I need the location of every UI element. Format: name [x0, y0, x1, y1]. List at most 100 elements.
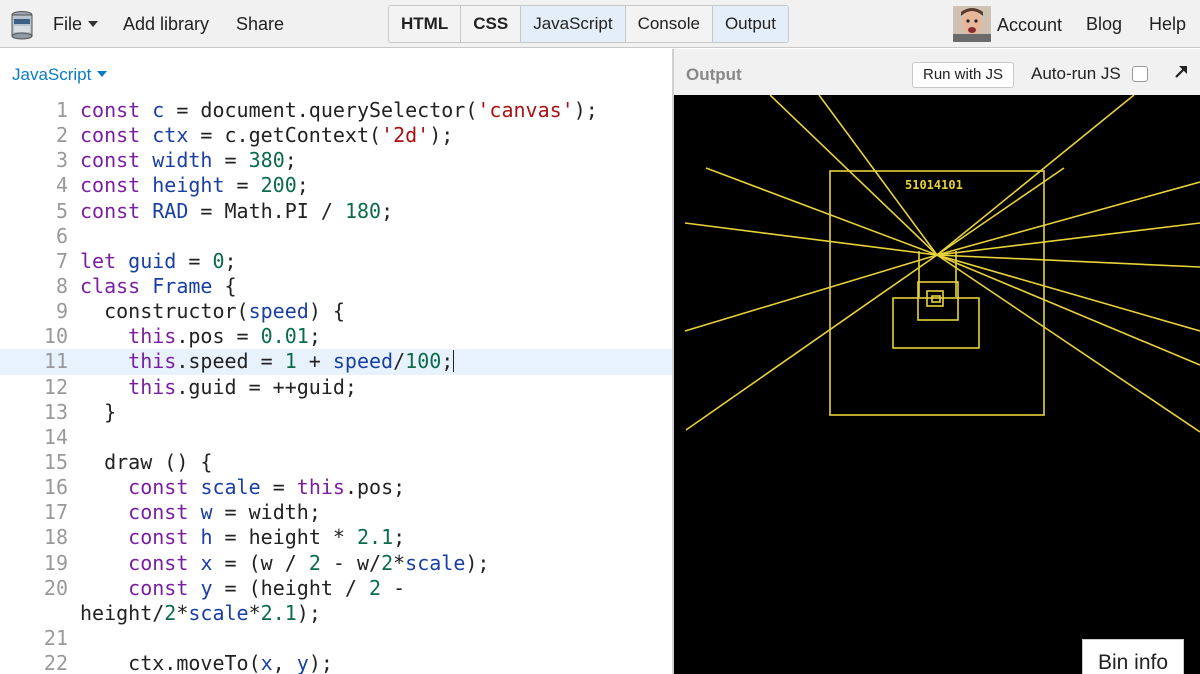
tunnel-ray — [705, 167, 938, 256]
score-readout: 51014101 — [905, 178, 963, 192]
panel-toggle-group: HTML CSS JavaScript Console Output — [388, 5, 789, 43]
line-text: } — [80, 399, 117, 424]
tab-output[interactable]: Output — [712, 6, 788, 42]
code-line[interactable]: 7 let guid = 0; — [0, 249, 672, 274]
code-line[interactable]: 21 — [0, 626, 672, 651]
line-text: const height = 200; — [80, 173, 309, 198]
line-text: const width = 380; — [80, 148, 297, 173]
output-title: Output — [686, 65, 742, 84]
code-line[interactable]: 10 this.pos = 0.01; — [0, 324, 672, 349]
code-line[interactable]: 6 — [0, 224, 672, 249]
code-line[interactable]: 12 this.guid = ++guid; — [0, 375, 672, 400]
code-line[interactable]: 19 const x = (w / 2 - w/2*scale); — [0, 551, 672, 576]
tunnel-ray — [685, 254, 938, 431]
chevron-down-icon — [88, 21, 99, 27]
tunnel-wireframe: 51014101 — [684, 95, 1200, 433]
line-number: 7 — [55, 248, 68, 273]
tunnel-frame — [931, 295, 941, 303]
tab-css[interactable]: CSS — [461, 6, 522, 42]
add-library-menu[interactable]: Add library — [123, 14, 209, 35]
blog-link[interactable]: Blog — [1086, 14, 1122, 35]
code-line[interactable]: 17 const w = width; — [0, 500, 672, 525]
share-menu[interactable]: Share — [236, 14, 284, 35]
help-link[interactable]: Help — [1149, 14, 1186, 35]
line-text: const y = (height / 2 - — [128, 575, 406, 600]
line-number: 12 — [43, 374, 68, 399]
line-text: this.guid = ++guid; — [128, 374, 357, 399]
line-number: 4 — [55, 173, 68, 198]
javascript-editor[interactable]: JavaScript 1 const c = document.querySele… — [0, 49, 672, 674]
line-text: const c = document.querySelector('canvas… — [80, 98, 598, 122]
line-text-continuation: height/2*scale*2.1); — [80, 600, 321, 625]
auto-run-checkbox[interactable] — [1132, 66, 1148, 82]
run-with-js-button[interactable]: Run with JS — [912, 62, 1015, 88]
bin-info-button[interactable]: Bin info — [1082, 639, 1184, 674]
line-text: const RAD = Math.PI / 180; — [80, 198, 394, 223]
line-number: 20 — [43, 575, 68, 600]
tunnel-ray — [769, 95, 938, 256]
open-in-new-window-icon[interactable] — [1172, 63, 1190, 81]
tunnel-ray — [936, 254, 1200, 268]
line-text: ctx.moveTo(x, y); — [80, 651, 333, 674]
language-label: JavaScript — [12, 65, 92, 84]
code-line[interactable]: 3 const width = 380; — [0, 148, 672, 173]
tunnel-ray — [936, 254, 1200, 433]
line-text: constructor(speed) { — [80, 299, 345, 324]
line-number: 14 — [43, 424, 68, 449]
tunnel-ray — [684, 222, 938, 256]
line-number: 9 — [55, 299, 68, 324]
tab-javascript[interactable]: JavaScript — [521, 6, 626, 42]
output-canvas[interactable]: 51014101 Bin info — [674, 95, 1200, 674]
output-header: Output Run with JS Auto-run JS — [674, 49, 1200, 95]
code-line[interactable]: 4 const height = 200; — [0, 173, 672, 198]
code-line[interactable]: 5 const RAD = Math.PI / 180; — [0, 199, 672, 224]
line-number: 19 — [43, 550, 68, 575]
line-number: 17 — [43, 500, 68, 525]
code-line[interactable]: 14 — [0, 425, 672, 450]
code-line[interactable]: 20 const y = (height / 2 - height/2*scale… — [0, 576, 672, 626]
avatar[interactable] — [953, 6, 991, 42]
tunnel-ray — [936, 181, 1200, 256]
tunnel-ray — [684, 254, 938, 332]
file-menu[interactable]: File — [53, 14, 99, 35]
line-number: 10 — [43, 324, 68, 349]
code-line[interactable]: 13 } — [0, 400, 672, 425]
code-line[interactable]: 18 const h = height * 2.1; — [0, 525, 672, 550]
tunnel-frame — [829, 170, 1045, 416]
line-number: 2 — [55, 123, 68, 148]
language-selector[interactable]: JavaScript — [12, 65, 108, 85]
line-number: 1 — [55, 98, 68, 122]
line-text: class Frame { — [80, 273, 237, 298]
line-number: 5 — [55, 198, 68, 223]
account-link[interactable]: Account — [997, 15, 1062, 36]
line-number: 21 — [43, 625, 68, 650]
top-bar: File Add library Share HTML CSS JavaScri… — [0, 0, 1200, 48]
line-number: 3 — [55, 148, 68, 173]
line-text: const ctx = c.getContext('2d'); — [80, 123, 454, 148]
line-number: 8 — [55, 273, 68, 298]
line-number: 18 — [43, 525, 68, 550]
tab-console[interactable]: Console — [626, 6, 713, 42]
code-line[interactable]: 1 const c = document.querySelector('canva… — [0, 98, 672, 123]
line-text: this.pos = 0.01; — [128, 324, 321, 349]
code-line[interactable]: 8 class Frame { — [0, 274, 672, 299]
code-line[interactable]: 22 ctx.moveTo(x, y); — [0, 651, 672, 674]
output-panel: Output Run with JS Auto-run JS 51014101 … — [674, 49, 1200, 674]
code-line[interactable]: 11 this.speed = 1 + speed/100; — [0, 349, 672, 375]
tunnel-ray — [936, 254, 1200, 332]
jsbin-logo-icon[interactable] — [10, 10, 34, 40]
code-line[interactable]: 9 constructor(speed) { — [0, 299, 672, 324]
tunnel-ray — [936, 95, 1135, 256]
file-menu-label: File — [53, 14, 83, 34]
tunnel-frame — [917, 281, 959, 321]
code-line[interactable]: 2 const ctx = c.getContext('2d'); — [0, 123, 672, 148]
line-text: const x = (w / 2 - w/2*scale); — [128, 550, 490, 575]
chevron-down-icon — [97, 71, 108, 77]
tunnel-ray — [818, 95, 938, 256]
code-line[interactable]: 16 const scale = this.pos; — [0, 475, 672, 500]
line-number: 22 — [43, 651, 68, 674]
tab-html[interactable]: HTML — [389, 6, 462, 42]
code-line[interactable]: 15 draw () { — [0, 450, 672, 475]
code-area[interactable]: 1 const c = document.querySelector('canva… — [0, 98, 672, 674]
line-number: 13 — [43, 399, 68, 424]
